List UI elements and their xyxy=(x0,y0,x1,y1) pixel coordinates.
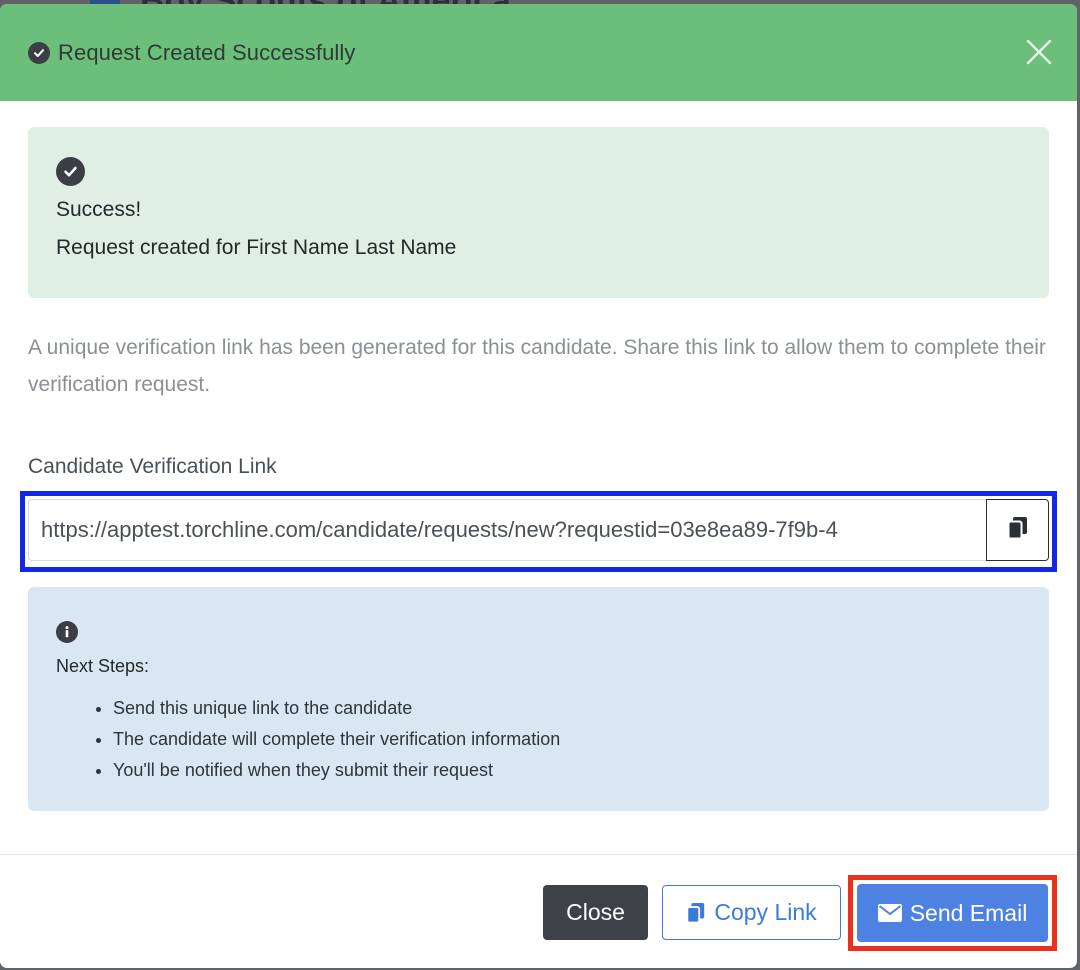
copy-link-icon-button[interactable] xyxy=(986,499,1049,561)
link-description: A unique verification link has been gene… xyxy=(28,336,1046,396)
list-item: You'll be notified when they submit thei… xyxy=(113,755,1021,786)
success-message: Request created for First Name Last Name xyxy=(56,236,1021,260)
next-steps-title: Next Steps: xyxy=(56,656,150,676)
modal-footer: Close Copy Link Send Email xyxy=(0,854,1077,968)
candidate-name: First Name Last Name xyxy=(246,236,457,259)
send-email-label: Send Email xyxy=(909,899,1028,926)
copy-link-label: Copy Link xyxy=(714,899,817,925)
next-steps-list: Send this unique link to the candidate T… xyxy=(56,693,1021,786)
copy-icon xyxy=(1007,516,1029,545)
close-button[interactable]: Close xyxy=(543,885,648,940)
success-message-prefix: Request created for xyxy=(56,236,247,259)
check-circle-icon xyxy=(28,41,50,64)
close-icon[interactable] xyxy=(1025,38,1053,66)
verification-link-input[interactable] xyxy=(28,499,986,561)
copy-link-button[interactable]: Copy Link xyxy=(662,885,841,940)
request-created-modal: Request Created Successfully Success! Re… xyxy=(0,4,1077,968)
success-heading: Success! xyxy=(56,198,142,221)
success-alert: Success! Request created for First Name … xyxy=(28,127,1049,298)
modal-title: Request Created Successfully xyxy=(58,39,356,65)
check-circle-icon xyxy=(56,157,85,186)
send-email-button[interactable]: Send Email xyxy=(857,884,1048,942)
copy-icon xyxy=(686,902,705,923)
link-field-group xyxy=(20,491,1057,572)
next-steps-alert: Next Steps: Send this unique link to the… xyxy=(28,587,1049,811)
list-item: The candidate will complete their verifi… xyxy=(113,724,1021,755)
modal-body: Success! Request created for First Name … xyxy=(0,101,1077,811)
envelope-icon xyxy=(877,904,902,922)
info-circle-icon xyxy=(56,621,78,643)
send-email-highlight: Send Email xyxy=(848,875,1057,951)
modal-header: Request Created Successfully xyxy=(0,4,1077,101)
link-field-label: Candidate Verification Link xyxy=(28,455,277,478)
list-item: Send this unique link to the candidate xyxy=(113,693,1021,724)
